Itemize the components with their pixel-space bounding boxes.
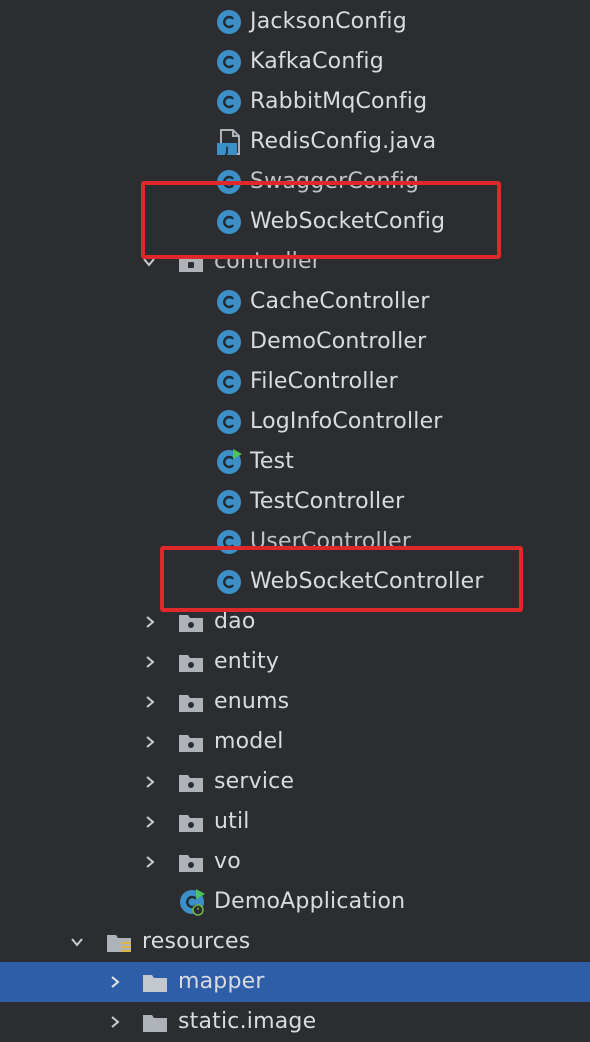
chevron-right-icon[interactable] xyxy=(141,642,159,682)
package-icon xyxy=(177,808,205,836)
tree-item-cachecontroller[interactable]: CacheController xyxy=(0,282,590,322)
tree-folder-enums[interactable]: enums xyxy=(0,682,590,722)
package-icon xyxy=(177,728,205,756)
chevron-right-icon[interactable] xyxy=(141,802,159,842)
tree-item-label: CacheController xyxy=(250,289,430,314)
tree-folder-service[interactable]: service xyxy=(0,762,590,802)
chevron-right-icon[interactable] xyxy=(141,722,159,762)
highlight-box-websocketcontroller xyxy=(160,546,523,612)
folder-icon xyxy=(141,1008,169,1036)
package-icon xyxy=(177,688,205,716)
chevron-down-icon[interactable] xyxy=(68,922,86,962)
tree-item-label: static.image xyxy=(178,1009,317,1034)
tree-item-kafkaconfig[interactable]: KafkaConfig xyxy=(0,42,590,82)
tree-folder-entity[interactable]: entity xyxy=(0,642,590,682)
tree-folder-static-image[interactable]: static.image xyxy=(0,1002,590,1042)
tree-item-label: RabbitMqConfig xyxy=(250,89,428,114)
tree-item-label: entity xyxy=(214,649,280,674)
tree-item-label: TestController xyxy=(250,489,405,514)
tree-item-jacksonconfig[interactable]: JacksonConfig xyxy=(0,2,590,42)
class-icon xyxy=(215,488,243,516)
class-icon xyxy=(215,288,243,316)
tree-folder-resources[interactable]: resources xyxy=(0,922,590,962)
tree-item-label: vo xyxy=(214,849,241,874)
tree-item-label: LogInfoController xyxy=(250,409,443,434)
package-icon xyxy=(177,608,205,636)
spring-boot-app-icon xyxy=(178,888,206,916)
chevron-right-icon[interactable] xyxy=(141,842,159,882)
class-icon xyxy=(215,48,243,76)
tree-folder-util[interactable]: util xyxy=(0,802,590,842)
chevron-right-icon[interactable] xyxy=(141,602,159,642)
tree-item-demoapplication[interactable]: DemoApplication xyxy=(0,882,590,922)
tree-item-label: DemoApplication xyxy=(214,889,406,914)
tree-item-label: service xyxy=(214,769,295,794)
chevron-right-icon[interactable] xyxy=(106,962,124,1002)
tree-item-label: JacksonConfig xyxy=(250,9,407,34)
chevron-right-icon[interactable] xyxy=(141,682,159,722)
tree-item-label: Test xyxy=(250,449,295,474)
class-icon xyxy=(215,368,243,396)
class-icon xyxy=(215,328,243,356)
tree-item-filecontroller[interactable]: FileController xyxy=(0,362,590,402)
tree-item-democontroller[interactable]: DemoController xyxy=(0,322,590,362)
tree-item-test[interactable]: Test xyxy=(0,442,590,482)
tree-item-label: enums xyxy=(214,689,290,714)
tree-folder-model[interactable]: model xyxy=(0,722,590,762)
package-icon xyxy=(177,768,205,796)
java-file-icon: J xyxy=(215,128,243,156)
highlight-box-websocketconfig xyxy=(141,181,501,259)
tree-item-label: mapper xyxy=(178,969,265,994)
tree-item-loginfocontroller[interactable]: LogInfoController xyxy=(0,402,590,442)
class-icon xyxy=(215,408,243,436)
tree-item-testcontroller[interactable]: TestController xyxy=(0,482,590,522)
svg-text:J: J xyxy=(224,146,228,156)
tree-item-label: RedisConfig.java xyxy=(250,129,437,154)
tree-item-label: model xyxy=(214,729,284,754)
tree-folder-vo[interactable]: vo xyxy=(0,842,590,882)
class-icon xyxy=(215,88,243,116)
tree-item-label: DemoController xyxy=(250,329,427,354)
chevron-right-icon[interactable] xyxy=(106,1002,124,1042)
tree-item-label: FileController xyxy=(250,369,398,394)
tree-item-label: util xyxy=(214,809,250,834)
tree-item-redisconfig-java[interactable]: J RedisConfig.java xyxy=(0,122,590,162)
project-tree: JacksonConfig KafkaConfig RabbitMqConfig… xyxy=(0,0,590,1034)
chevron-right-icon[interactable] xyxy=(141,762,159,802)
runnable-class-icon xyxy=(215,448,243,476)
class-icon xyxy=(215,8,243,36)
tree-item-label: resources xyxy=(142,929,251,954)
resources-folder-icon xyxy=(105,928,133,956)
tree-folder-mapper[interactable]: mapper xyxy=(0,962,590,1002)
tree-item-label: KafkaConfig xyxy=(250,49,384,74)
folder-icon xyxy=(141,968,169,996)
package-icon xyxy=(177,648,205,676)
package-icon xyxy=(177,848,205,876)
tree-item-rabbitmqconfig[interactable]: RabbitMqConfig xyxy=(0,82,590,122)
